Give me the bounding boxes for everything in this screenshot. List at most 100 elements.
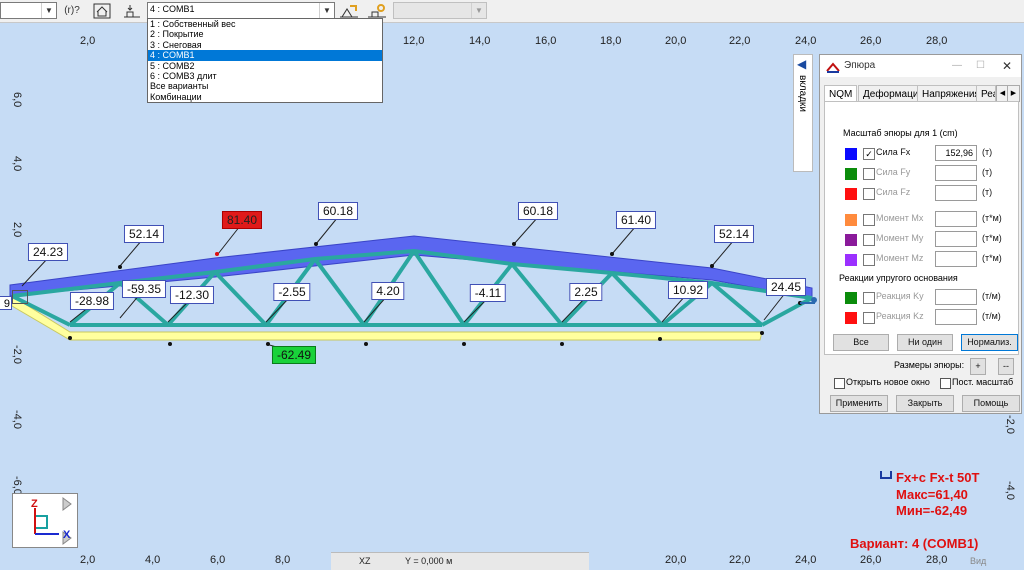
scale-input-mz[interactable] — [935, 251, 977, 267]
row-label: Момент Mx — [876, 213, 924, 223]
moment-row-mx: Момент Mx (т*м) — [825, 210, 1020, 230]
dropdown-item[interactable]: 2 : Покрытие — [148, 29, 382, 39]
side-tabs-strip[interactable]: ◀ вкладки — [793, 54, 813, 172]
app-logo-icon — [826, 60, 840, 73]
load-case-dropdown: 1 : Собственный вес 2 : Покрытие 3 : Сне… — [147, 18, 383, 103]
color-swatch[interactable] — [845, 214, 857, 226]
dropdown-item[interactable]: Комбинации — [148, 92, 382, 102]
force-label: 61.40 — [615, 211, 657, 229]
unit-label: (т/м) — [982, 291, 1001, 301]
status-plane: XZ — [359, 556, 371, 566]
force-label: -12.30 — [169, 286, 215, 304]
maximize-icon[interactable]: ☐ — [976, 55, 985, 77]
color-swatch[interactable] — [845, 254, 857, 266]
size-minus-button[interactable]: -- — [998, 358, 1014, 375]
panel-titlebar: Эпюра — ☐ ✕ — [820, 55, 1021, 77]
color-swatch[interactable] — [845, 188, 857, 200]
edge-value-label: 9 — [0, 296, 12, 310]
checkbox-fz[interactable] — [863, 188, 875, 200]
force-row-fy: Сила Fy (т) — [825, 164, 1020, 184]
unit-label: (т*м) — [982, 213, 1002, 223]
close-button[interactable]: Закрыть — [896, 395, 954, 412]
help-button[interactable]: Помощь — [962, 395, 1020, 412]
scale-input-fx[interactable]: 152,96 — [935, 145, 977, 161]
force-label: -4.11 — [469, 284, 507, 302]
sizes-label: Размеры эпюры: — [894, 360, 965, 370]
force-label: 24.45 — [765, 278, 807, 296]
scale-input-fz[interactable] — [935, 185, 977, 201]
dropdown-item[interactable]: 5 : COMB2 — [148, 61, 382, 71]
row-label: Реакция Ky — [876, 291, 924, 301]
checkbox-fx[interactable]: ✓ — [863, 148, 875, 160]
unit-label: (т*м) — [982, 253, 1002, 263]
result-max: Макс=61,40 — [896, 487, 968, 502]
checkbox-fy[interactable] — [863, 168, 875, 180]
result-min: Мин=-62,49 — [896, 503, 968, 518]
reaction-row-kz: Реакция Kz (т/м) — [825, 308, 1020, 328]
select-all-button[interactable]: Все — [833, 334, 889, 351]
axis-widget: Z X — [12, 493, 78, 548]
dropdown-item[interactable]: 3 : Снеговая — [148, 40, 382, 50]
size-plus-button[interactable]: + — [970, 358, 986, 375]
max-force-label: 81.40 — [221, 211, 263, 229]
row-label: Сила Fx — [876, 147, 911, 157]
row-label: Сила Fy — [876, 167, 911, 177]
force-label: 10.92 — [667, 281, 709, 299]
dropdown-item-selected[interactable]: 4 : COMB1 — [148, 50, 382, 61]
const-scale-label: Пост. масштаб — [952, 377, 1014, 387]
diagram-panel: Эпюра — ☐ ✕ NQM Деформация Напряжения Ре… — [819, 54, 1022, 414]
color-swatch[interactable] — [845, 168, 857, 180]
row-label: Момент My — [876, 233, 924, 243]
nqm-tab-content: Масштаб эпюры для 1 (cm) ✓ Сила Fx 152,9… — [824, 101, 1019, 355]
close-icon[interactable]: ✕ — [1002, 55, 1012, 77]
result-variant: Вариант: 4 (COMB1) — [850, 536, 979, 551]
force-label: 60.18 — [517, 202, 559, 220]
panel-title: Эпюра — [844, 60, 876, 71]
scale-input-ky[interactable] — [935, 289, 977, 305]
open-new-window-checkbox[interactable] — [834, 378, 845, 389]
color-swatch[interactable] — [845, 234, 857, 246]
normalize-button[interactable]: Нормализ. — [961, 334, 1018, 351]
tab-scroll-right-icon[interactable]: ▶ — [1007, 85, 1020, 102]
scale-input-fy[interactable] — [935, 165, 977, 181]
left-support-node — [12, 290, 28, 304]
dropdown-item[interactable]: Все варианты — [148, 81, 382, 91]
scale-input-my[interactable] — [935, 231, 977, 247]
minimize-icon[interactable]: — — [952, 55, 962, 77]
checkbox-ky[interactable] — [863, 292, 875, 304]
unit-label: (т) — [982, 187, 993, 197]
force-label: 24.23 — [27, 243, 69, 261]
checkbox-mz[interactable] — [863, 254, 875, 266]
force-row-fz: Сила Fz (т) — [825, 184, 1020, 204]
tab-nqm[interactable]: NQM — [824, 85, 858, 102]
diagram-bracket-icon — [880, 471, 892, 479]
status-bar: XZ Y = 0,000 м — [331, 552, 589, 570]
force-label: -59.35 — [121, 280, 167, 298]
moment-row-my: Момент My (т*м) — [825, 230, 1020, 250]
color-swatch[interactable] — [845, 292, 857, 304]
checkbox-kz[interactable] — [863, 312, 875, 324]
reaction-row-ky: Реакция Ky (т/м) — [825, 288, 1020, 308]
color-swatch[interactable] — [845, 148, 857, 160]
arrow-left-icon[interactable]: ◀ — [797, 57, 806, 71]
tab-stress[interactable]: Напряжения — [917, 85, 985, 102]
view-label: Вид — [970, 556, 987, 566]
result-description: Fx+c Fx-t 50T — [896, 470, 980, 485]
checkbox-my[interactable] — [863, 234, 875, 246]
force-label: 60.18 — [317, 202, 359, 220]
force-label: -28.98 — [69, 292, 115, 310]
apply-button[interactable]: Применить — [830, 395, 888, 412]
color-swatch[interactable] — [845, 312, 857, 324]
scale-input-mx[interactable] — [935, 211, 977, 227]
scale-input-kz[interactable] — [935, 309, 977, 325]
select-none-button[interactable]: Ни один — [897, 334, 953, 351]
tab-reactions[interactable]: Реа — [976, 85, 996, 102]
unit-label: (т) — [982, 167, 993, 177]
const-scale-checkbox[interactable] — [940, 378, 951, 389]
row-label: Реакция Kz — [876, 311, 924, 321]
unit-label: (т*м) — [982, 233, 1002, 243]
dropdown-item[interactable]: 6 : COMB3 длит — [148, 71, 382, 81]
checkbox-mx[interactable] — [863, 214, 875, 226]
force-label: 2.25 — [569, 283, 603, 301]
dropdown-item[interactable]: 1 : Собственный вес — [148, 19, 382, 29]
